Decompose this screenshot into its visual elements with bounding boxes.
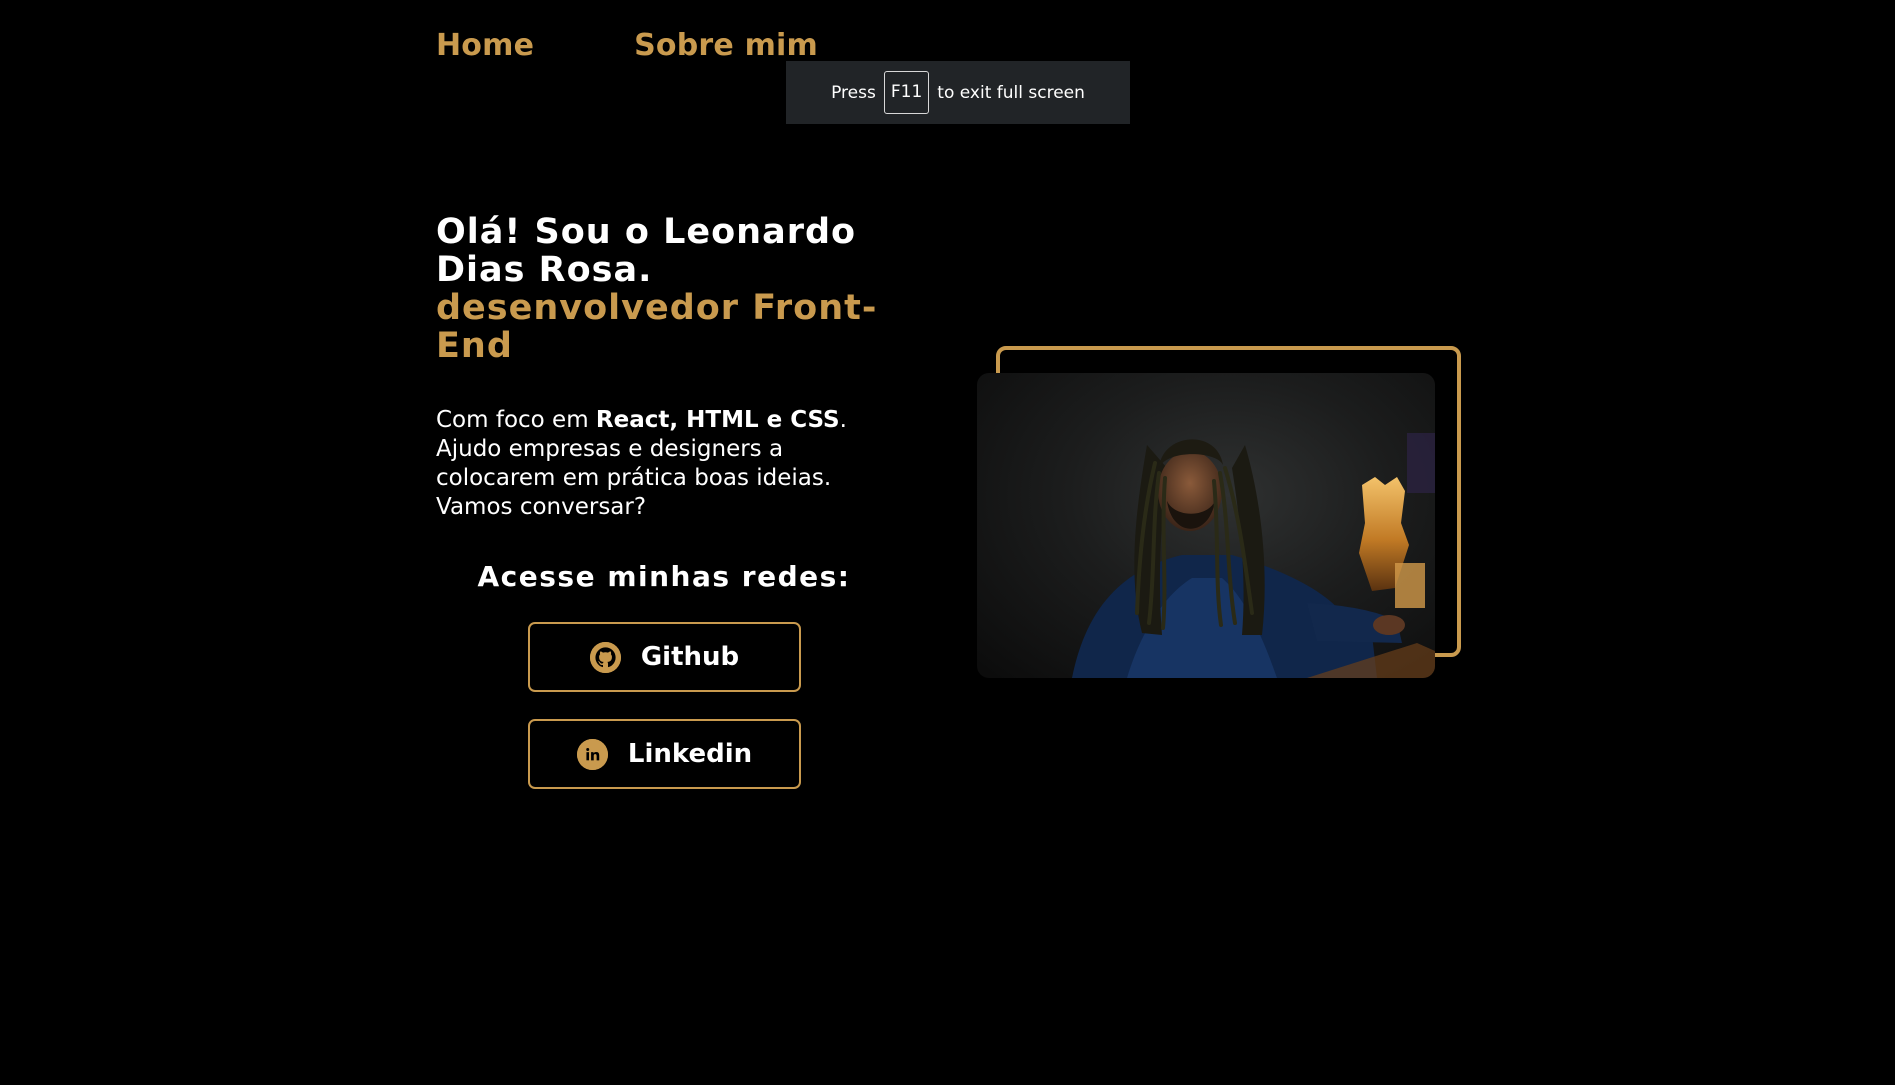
profile-photo — [977, 373, 1435, 678]
notice-press-text: Press — [831, 82, 876, 103]
top-nav: Home Sobre mim — [436, 28, 818, 63]
greeting-line-2: Dias Rosa. — [436, 250, 653, 290]
role-line-2: End — [436, 326, 513, 366]
github-button[interactable]: Github — [528, 622, 801, 692]
github-button-label: Github — [640, 642, 740, 672]
linkedin-button[interactable]: Linkedin — [528, 719, 801, 789]
greeting-line-1: Olá! Sou o Leonardo — [436, 212, 857, 252]
nav-link-home[interactable]: Home — [436, 28, 534, 63]
intro-paragraph: Com foco em React, HTML e CSS. Ajudo emp… — [436, 406, 876, 522]
hero-title: Olá! Sou o Leonardo Dias Rosa. desenvolv… — [436, 213, 906, 365]
role-line-1: desenvolvedor Front- — [436, 288, 878, 328]
nav-link-sobre-mim[interactable]: Sobre mim — [634, 28, 818, 63]
f11-key: F11 — [883, 71, 930, 114]
notice-exit-text: to exit full screen — [937, 82, 1085, 103]
linkedin-button-label: Linkedin — [627, 739, 753, 769]
intro-tech-highlight: React, HTML e CSS — [595, 407, 840, 433]
fullscreen-exit-notice: Press F11 to exit full screen — [786, 61, 1130, 124]
intro-prefix: Com foco em — [436, 407, 596, 433]
linkedin-icon — [576, 738, 608, 770]
github-icon — [589, 641, 621, 673]
socials-heading: Acesse minhas redes: — [477, 560, 851, 593]
